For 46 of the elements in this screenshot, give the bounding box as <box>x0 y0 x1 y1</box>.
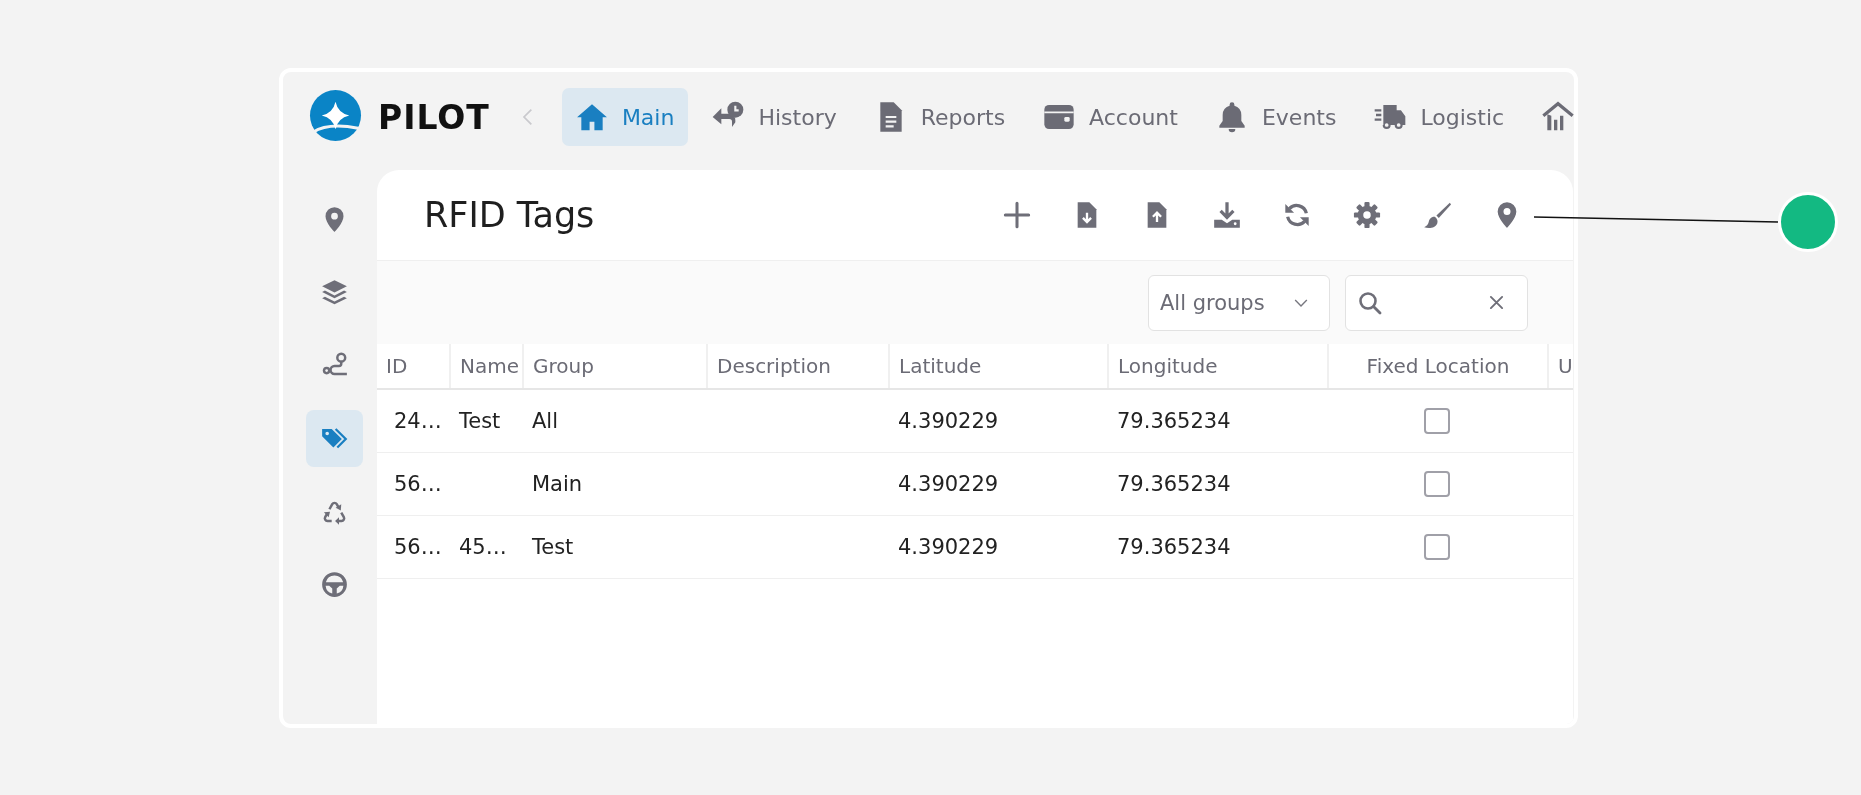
table-cell-text: All <box>531 409 560 433</box>
nav-tab[interactable]: Account <box>1029 88 1192 146</box>
plus-icon <box>1003 201 1031 229</box>
column-header: Description <box>706 344 888 388</box>
table-cell-text: 56… <box>393 535 443 559</box>
column-header: Name <box>449 344 522 388</box>
table-cell-text: 4.390229 <box>897 535 1000 559</box>
brush-icon <box>1423 201 1451 229</box>
checkbox[interactable] <box>1424 471 1450 497</box>
sidebar-item[interactable] <box>305 410 363 467</box>
search-icon <box>1358 290 1382 315</box>
page-title: RFID Tags <box>424 195 596 235</box>
table-cell-text: 24… <box>393 409 443 433</box>
brand-name: PILOT <box>378 97 490 137</box>
nav-tab[interactable]: Logistic <box>1360 88 1519 146</box>
nav-tab[interactable]: Main <box>561 88 689 146</box>
search-field[interactable] <box>1345 274 1528 331</box>
table-cell-text: 79.365234 <box>1116 409 1232 433</box>
column-header: Fixed Location <box>1327 344 1547 388</box>
group-select[interactable]: All groups <box>1148 274 1330 331</box>
table-cell-text: 4.390229 <box>897 472 1000 496</box>
table-cell-text: Test <box>458 409 502 433</box>
gear-icon <box>1353 201 1381 229</box>
nav-tab[interactable]: History <box>698 88 851 146</box>
clear-icon[interactable] <box>1489 295 1504 310</box>
column-header: Latitude <box>888 344 1107 388</box>
column-header: Longitude <box>1107 344 1327 388</box>
download-icon <box>1213 201 1241 229</box>
table-cell-text: 79.365234 <box>1116 472 1232 496</box>
table-cell-text: Test <box>531 535 575 559</box>
steering-wheel-icon <box>320 571 348 598</box>
table-cell-text: 45… <box>458 535 508 559</box>
table-cell-text: Main <box>531 472 584 496</box>
building-icon <box>1542 101 1574 133</box>
table-cell-text: 4.390229 <box>897 409 1000 433</box>
checkbox[interactable] <box>1424 534 1450 560</box>
table-cell-text: 79.365234 <box>1116 535 1232 559</box>
checkbox[interactable] <box>1424 408 1450 434</box>
layers-icon <box>320 279 348 306</box>
nav-tab[interactable]: Reports <box>860 88 1020 146</box>
column-header: Group <box>522 344 706 388</box>
table-cell-text: 56… <box>393 472 443 496</box>
refresh-icon <box>1283 201 1311 229</box>
column-header: ID <box>385 353 409 380</box>
nav-tab[interactable]: Events <box>1201 88 1351 146</box>
column-header: U <box>1547 344 1573 388</box>
